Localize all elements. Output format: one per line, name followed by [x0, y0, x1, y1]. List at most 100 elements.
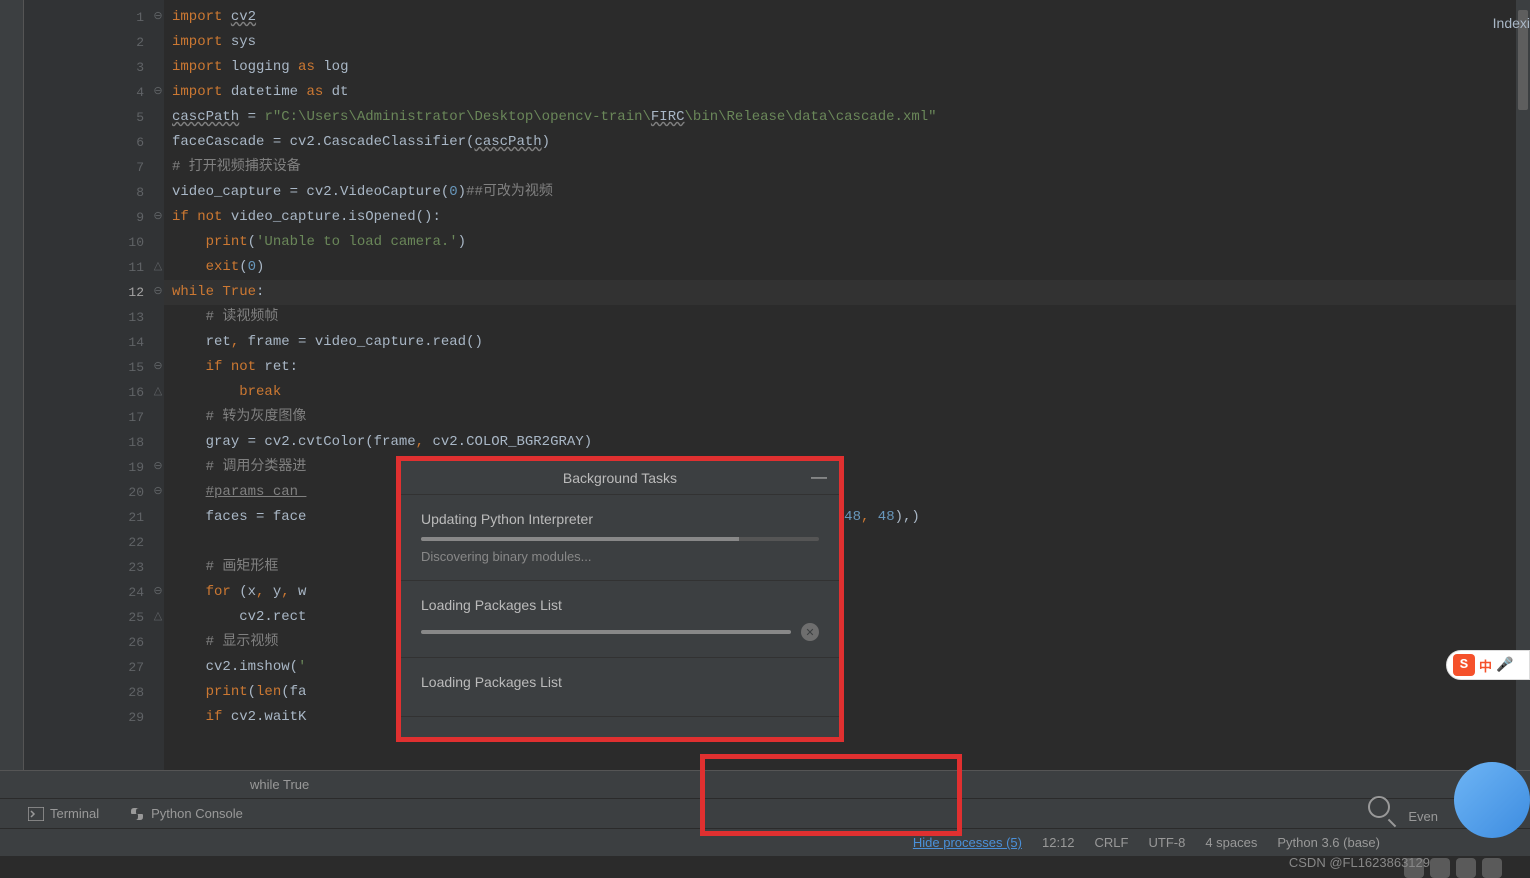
search-icon[interactable] — [1368, 796, 1390, 818]
line-number[interactable]: 5 — [24, 105, 164, 130]
task-subtitle: Discovering binary modules... — [421, 549, 819, 564]
python-console-tool-window[interactable]: Python Console — [129, 806, 243, 822]
highlight-box — [700, 754, 962, 836]
code-line[interactable]: ret, frame = video_capture.read() — [164, 330, 1530, 355]
code-line[interactable]: print(len(fa — [164, 680, 1530, 705]
fold-marker-icon[interactable]: ⊖ — [152, 280, 164, 305]
code-line[interactable]: # 读视频帧 — [164, 305, 1530, 330]
assistant-bubble-icon[interactable] — [1454, 762, 1530, 838]
code-line[interactable]: while True: — [164, 280, 1530, 305]
code-line[interactable]: gray = cv2.cvtColor(frame, cv2.COLOR_BGR… — [164, 430, 1530, 455]
line-number[interactable]: 7 — [24, 155, 164, 180]
task-title: Loading Packages List — [421, 674, 819, 690]
line-number[interactable]: 17 — [24, 405, 164, 430]
code-line[interactable] — [164, 530, 1530, 555]
line-number[interactable]: 22 — [24, 530, 164, 555]
code-area[interactable]: import cv2import sysimport logging as lo… — [164, 0, 1530, 770]
ime-language[interactable]: 中 — [1479, 656, 1492, 675]
indexing-label: Indexi — [1493, 15, 1530, 31]
code-line[interactable]: # 画矩形框 — [164, 555, 1530, 580]
tray-icon[interactable] — [1482, 858, 1502, 878]
event-log-label[interactable]: Even — [1408, 809, 1438, 824]
code-line[interactable]: # 调用分类器进 — [164, 455, 1530, 480]
line-number[interactable]: 11△ — [24, 255, 164, 280]
line-separator-indicator[interactable]: CRLF — [1095, 835, 1129, 850]
code-line[interactable]: if not video_capture.isOpened(): — [164, 205, 1530, 230]
line-number[interactable]: 14 — [24, 330, 164, 355]
code-line[interactable]: if not ret: — [164, 355, 1530, 380]
line-number[interactable]: 27 — [24, 655, 164, 680]
code-line[interactable]: #params can etails/107637433 — [164, 480, 1530, 505]
fold-marker-icon[interactable]: △ — [152, 380, 164, 405]
fold-marker-icon[interactable]: △ — [152, 605, 164, 630]
line-number[interactable]: 21 — [24, 505, 164, 530]
line-number[interactable]: 23 — [24, 555, 164, 580]
line-number[interactable]: 18 — [24, 430, 164, 455]
fold-marker-icon[interactable]: ⊖ — [152, 205, 164, 230]
code-line[interactable]: if cv2.waitK — [164, 705, 1530, 730]
line-number[interactable]: 2 — [24, 30, 164, 55]
fold-marker-icon[interactable]: ⊖ — [152, 455, 164, 480]
fold-marker-icon[interactable]: ⊖ — [152, 480, 164, 505]
code-line[interactable]: for (x, y, w — [164, 580, 1530, 605]
fold-marker-icon[interactable]: ⊖ — [152, 5, 164, 30]
encoding-indicator[interactable]: UTF-8 — [1148, 835, 1185, 850]
code-line[interactable]: cv2.rect ) — [164, 605, 1530, 630]
line-number[interactable]: 10 — [24, 230, 164, 255]
code-line[interactable]: # 显示视频 — [164, 630, 1530, 655]
code-line[interactable]: import sys — [164, 30, 1530, 55]
line-number[interactable]: 3 — [24, 55, 164, 80]
fold-marker-icon[interactable]: ⊖ — [152, 580, 164, 605]
line-number[interactable]: 8 — [24, 180, 164, 205]
terminal-tool-window[interactable]: Terminal — [28, 806, 99, 821]
popup-header[interactable]: Background Tasks — — [401, 461, 839, 495]
tray-icon[interactable] — [1456, 858, 1476, 878]
line-number[interactable]: 4⊖ — [24, 80, 164, 105]
line-number[interactable]: 20⊖ — [24, 480, 164, 505]
line-number[interactable]: 12⊖ — [24, 280, 164, 305]
code-line[interactable]: break — [164, 380, 1530, 405]
code-line[interactable]: import cv2 — [164, 5, 1530, 30]
cancel-task-icon[interactable]: ✕ — [801, 623, 819, 641]
code-line[interactable]: import logging as log — [164, 55, 1530, 80]
background-tasks-popup: Background Tasks — Updating Python Inter… — [396, 456, 844, 742]
code-line[interactable]: # 转为灰度图像 — [164, 405, 1530, 430]
background-task: Loading Packages List✕ — [401, 581, 839, 658]
line-number[interactable]: 6 — [24, 130, 164, 155]
breadcrumb-item[interactable]: while True — [250, 777, 309, 792]
code-line[interactable]: # 打开视频捕获设备 — [164, 155, 1530, 180]
fold-marker-icon[interactable]: ⊖ — [152, 355, 164, 380]
indent-indicator[interactable]: 4 spaces — [1205, 835, 1257, 850]
code-line[interactable]: faceCascade = cv2.CascadeClassifier(casc… — [164, 130, 1530, 155]
ime-widget[interactable]: S 中 🎤 — [1446, 650, 1530, 680]
line-number[interactable]: 28 — [24, 680, 164, 705]
code-line[interactable]: faces = face inNeighbors=7,minSize=(48, … — [164, 505, 1530, 530]
line-number[interactable]: 29 — [24, 705, 164, 730]
ime-mic-icon[interactable]: 🎤 — [1496, 657, 1513, 674]
line-number[interactable]: 9⊖ — [24, 205, 164, 230]
line-number[interactable]: 26 — [24, 630, 164, 655]
code-line[interactable]: cv2.imshow(' — [164, 655, 1530, 680]
code-line[interactable]: exit(0) — [164, 255, 1530, 280]
tray-icon[interactable] — [1430, 858, 1450, 878]
line-number[interactable]: 25△ — [24, 605, 164, 630]
minimize-icon[interactable]: — — [811, 469, 827, 487]
line-number[interactable]: 15⊖ — [24, 355, 164, 380]
line-number[interactable]: 19⊖ — [24, 455, 164, 480]
line-number[interactable]: 16△ — [24, 380, 164, 405]
interpreter-indicator[interactable]: Python 3.6 (base) — [1277, 835, 1380, 850]
fold-marker-icon[interactable]: ⊖ — [152, 80, 164, 105]
task-title: Updating Python Interpreter — [421, 511, 819, 527]
code-line[interactable]: video_capture = cv2.VideoCapture(0)##可改为… — [164, 180, 1530, 205]
code-line[interactable]: print('Unable to load camera.') — [164, 230, 1530, 255]
line-number[interactable]: 13 — [24, 305, 164, 330]
line-column-indicator[interactable]: 12:12 — [1042, 835, 1075, 850]
fold-marker-icon[interactable]: △ — [152, 255, 164, 280]
progress-bar — [421, 537, 819, 541]
code-line[interactable]: cascPath = r"C:\Users\Administrator\Desk… — [164, 105, 1530, 130]
hide-processes-link[interactable]: Hide processes (5) — [913, 835, 1022, 850]
line-number[interactable]: 24⊖ — [24, 580, 164, 605]
watermark: CSDN @FL1623863129 — [1289, 855, 1430, 870]
line-number[interactable]: 1⊖ — [24, 5, 164, 30]
code-line[interactable]: import datetime as dt — [164, 80, 1530, 105]
